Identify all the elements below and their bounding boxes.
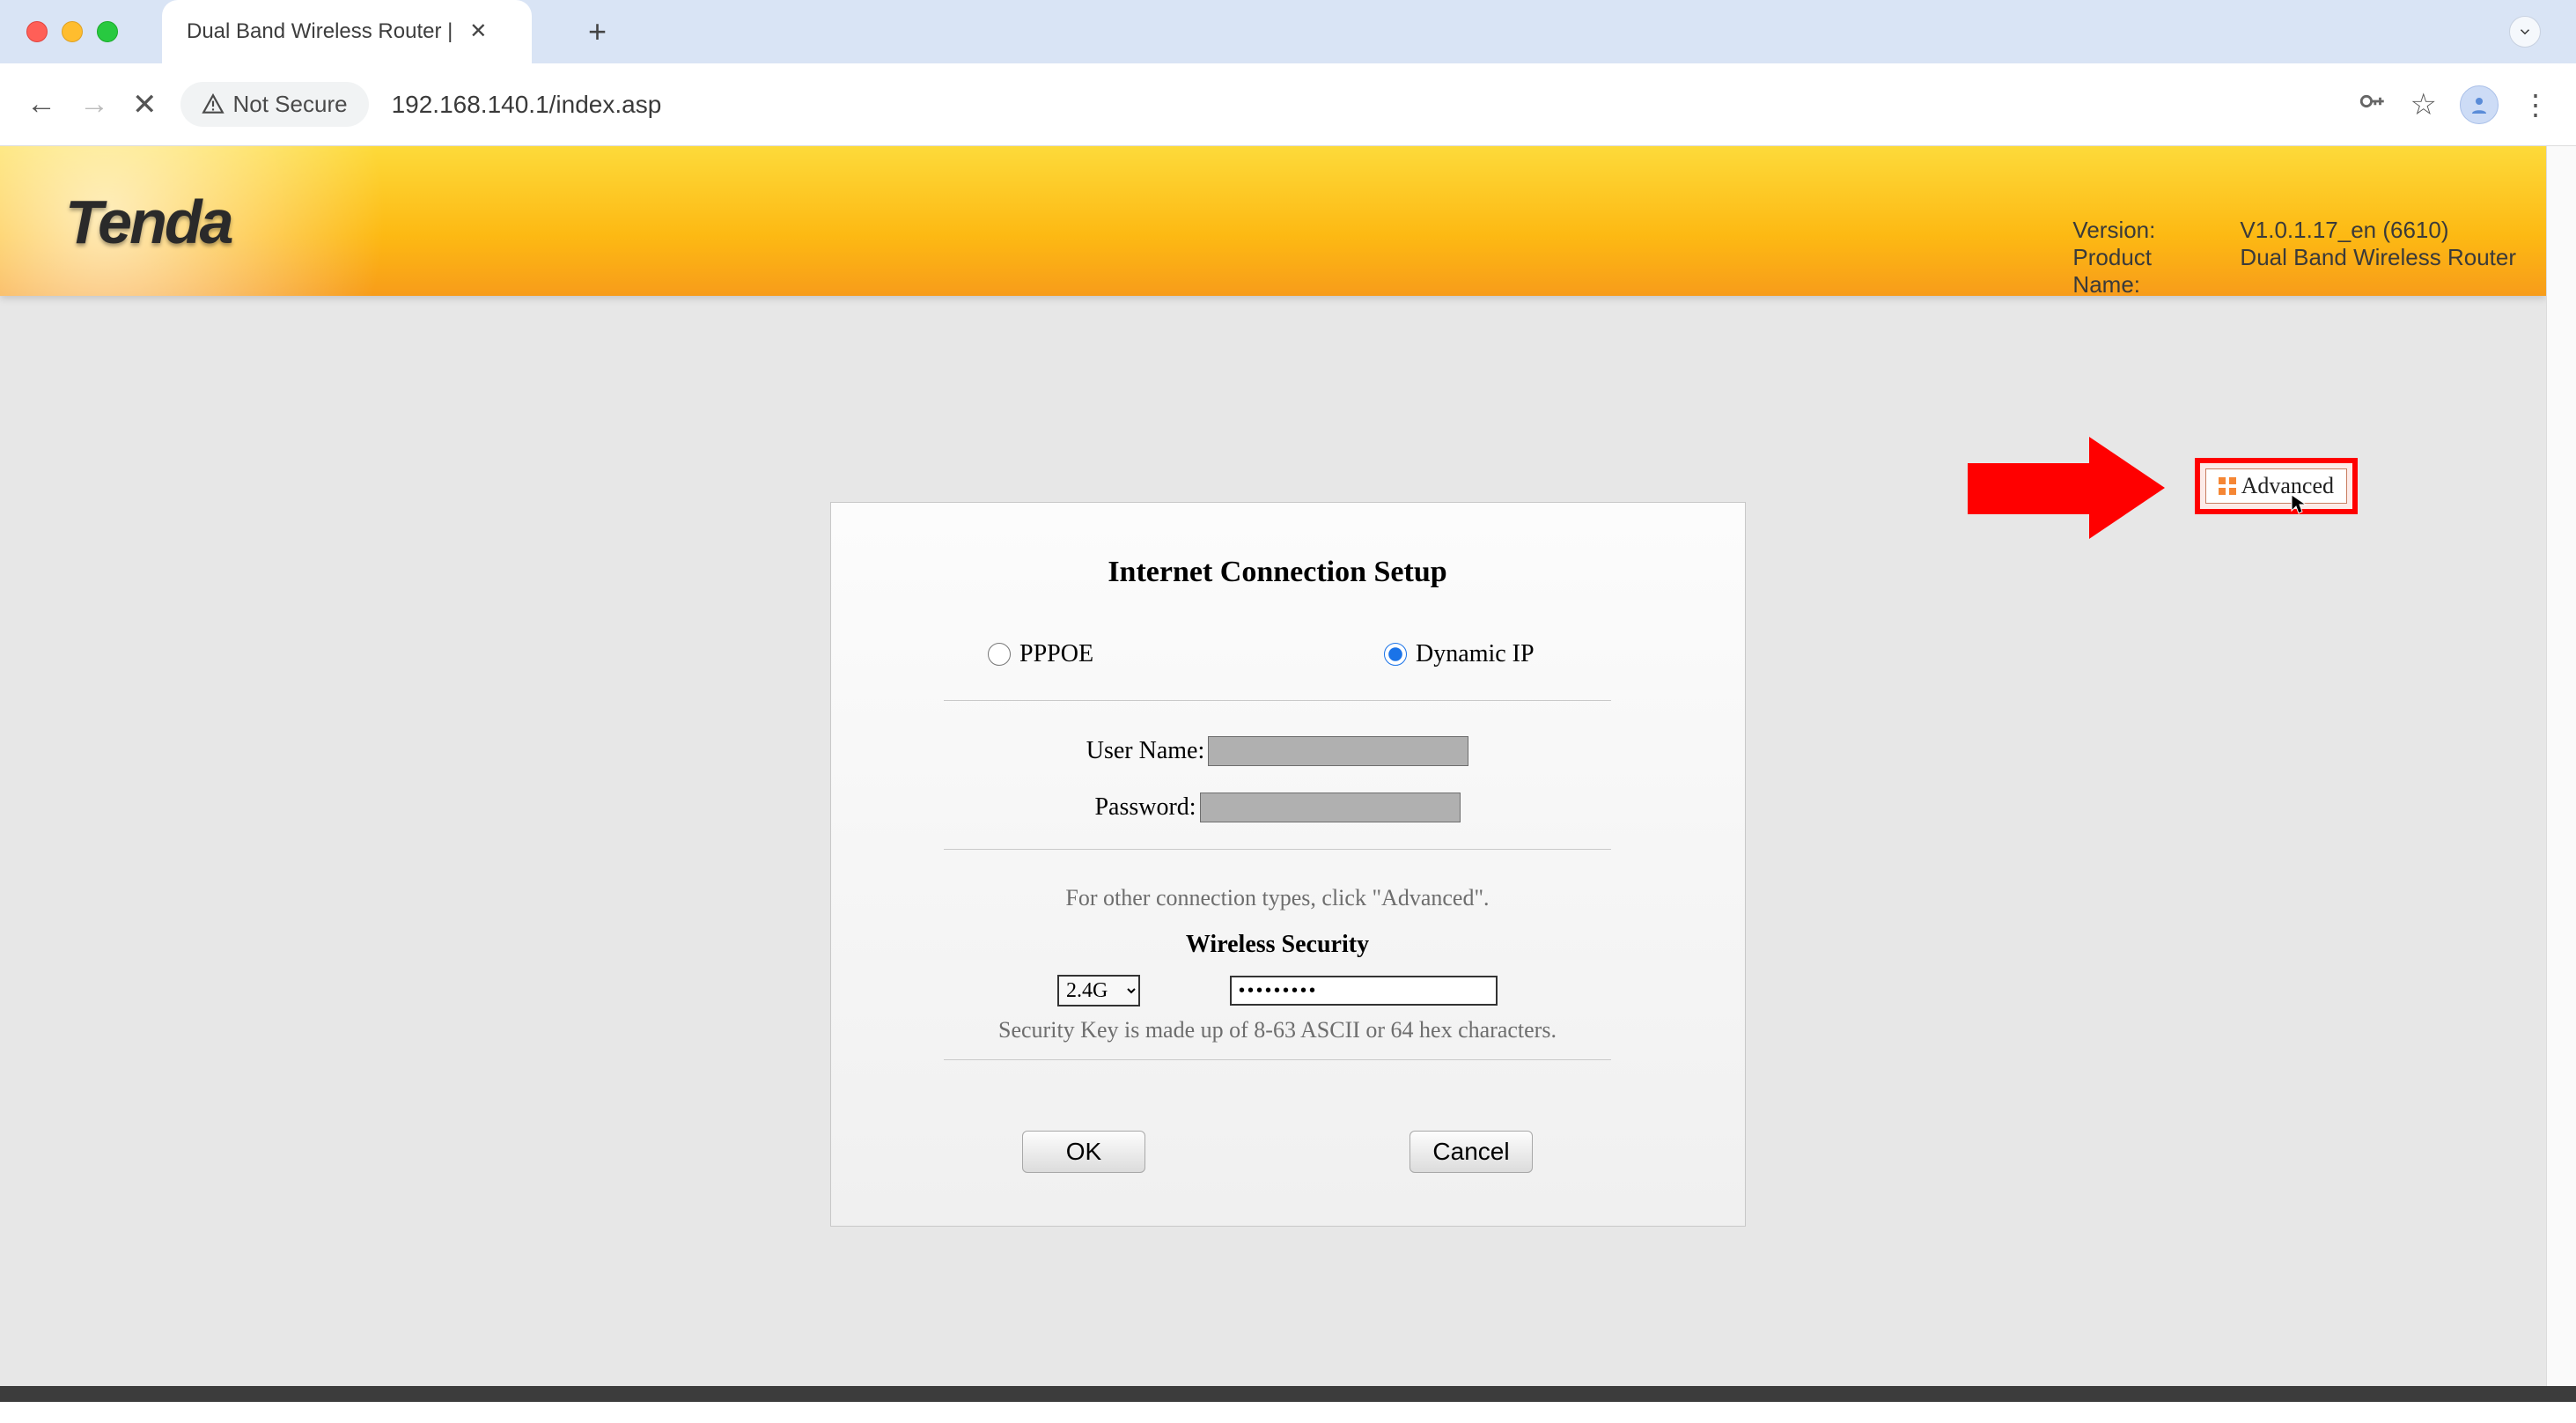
dynamic-ip-label: Dynamic IP [1416,640,1535,668]
window-controls [26,21,118,42]
back-button[interactable]: ← [26,87,56,122]
security-key-input[interactable] [1230,976,1498,1006]
maximize-window-button[interactable] [97,21,118,42]
close-tab-icon[interactable]: ✕ [468,22,488,41]
password-key-icon[interactable] [2358,86,2388,123]
pppoe-option[interactable]: PPPOE [988,640,1093,668]
setup-card: Internet Connection Setup PPPOE Dynamic … [830,502,1746,1227]
not-secure-indicator: Not Secure [202,91,348,118]
product-name-label: Product Name: [2072,244,2222,299]
username-input[interactable] [1208,736,1468,766]
cancel-button[interactable]: Cancel [1409,1131,1533,1173]
browser-tab-title: Dual Band Wireless Router | [187,19,453,44]
annotation-arrow [1968,437,2165,542]
dynamic-ip-option[interactable]: Dynamic IP [1384,640,1535,668]
chevron-down-icon [2517,24,2533,40]
advanced-icon [2219,477,2236,495]
version-label: Version: [2072,217,2222,244]
banner-header: Tenda Version: V1.0.1.17_en (6610) Produ… [0,146,2546,296]
password-label: Password: [1094,793,1196,822]
page-body: Tenda Version: V1.0.1.17_en (6610) Produ… [0,146,2576,1402]
product-name-value: Dual Band Wireless Router [2240,244,2516,299]
vertical-scrollbar[interactable] [2546,146,2576,1386]
browser-tab[interactable]: Dual Band Wireless Router | ✕ [162,0,532,63]
profile-button[interactable] [2460,85,2499,124]
tenda-logo: Tenda [65,187,232,257]
pppoe-label: PPPOE [1019,640,1093,668]
advanced-button[interactable]: Advanced [2205,468,2347,504]
divider [944,849,1611,850]
dynamic-ip-radio[interactable] [1384,643,1407,666]
new-tab-button[interactable]: + [588,13,607,50]
password-input[interactable] [1200,793,1461,822]
not-secure-label: Not Secure [233,91,348,118]
button-row: OK Cancel [882,1131,1673,1173]
cursor-icon [2290,493,2307,521]
url-address[interactable]: 192.168.140.1/index.asp [392,91,662,119]
version-value: V1.0.1.17_en (6610) [2240,217,2448,244]
close-window-button[interactable] [26,21,48,42]
stop-button[interactable]: ✕ [132,87,158,122]
connection-type-radio-group: PPPOE Dynamic IP [882,640,1673,668]
divider [944,1059,1611,1060]
username-label: User Name: [1086,737,1205,765]
bookmark-star-icon[interactable]: ☆ [2410,87,2437,122]
browser-menu-button[interactable]: ⋮ [2521,88,2550,122]
bottom-border [0,1386,2576,1402]
person-icon [2469,94,2490,115]
annotation-red-box: Advanced [2195,458,2358,514]
divider [944,700,1611,701]
card-title: Internet Connection Setup [882,556,1673,589]
advanced-highlight: Advanced [2195,458,2358,514]
wireless-security-title: Wireless Security [882,931,1673,959]
password-row: Password: [882,793,1673,822]
warning-icon [202,93,224,116]
advanced-label: Advanced [2241,473,2334,499]
key-hint: Security Key is made up of 8-63 ASCII or… [882,1017,1673,1043]
security-chip[interactable]: Not Secure [180,82,369,127]
window-titlebar: Dual Band Wireless Router | ✕ + [0,0,2576,63]
ok-button[interactable]: OK [1022,1131,1145,1173]
forward-button[interactable]: → [79,87,109,122]
banner-info: Version: V1.0.1.17_en (6610) Product Nam… [2072,217,2516,299]
wireless-security-row: 2.4G [882,975,1673,1006]
username-row: User Name: [882,736,1673,766]
pppoe-radio[interactable] [988,643,1011,666]
band-select[interactable]: 2.4G [1057,975,1140,1006]
connection-hint: For other connection types, click "Advan… [882,885,1673,911]
minimize-window-button[interactable] [62,21,83,42]
browser-toolbar: ← → ✕ Not Secure 192.168.140.1/index.asp… [0,63,2576,146]
tabs-dropdown-button[interactable] [2509,16,2541,48]
